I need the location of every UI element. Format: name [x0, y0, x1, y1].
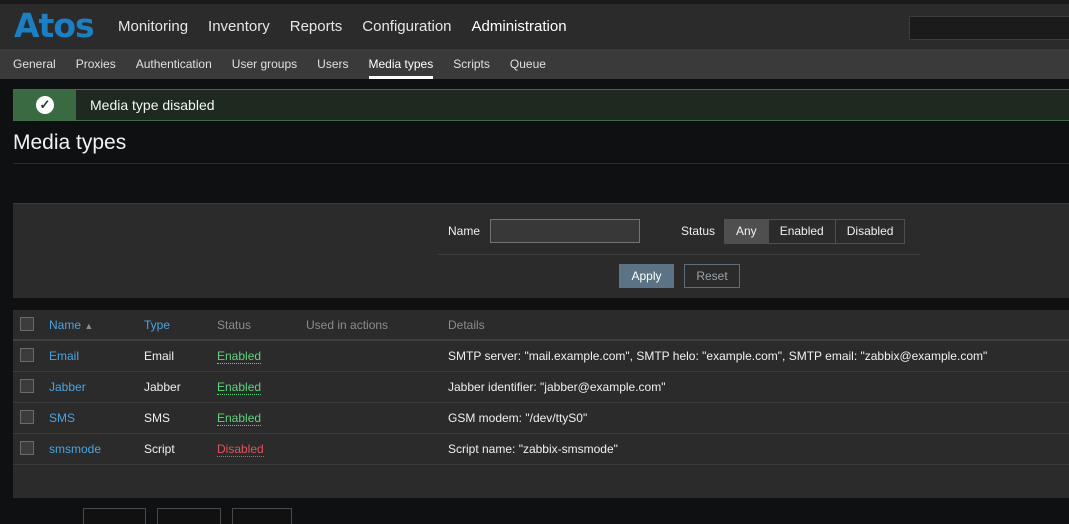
apply-button[interactable]: Apply [619, 264, 674, 288]
sort-ascending-icon: ▲ [84, 321, 94, 331]
status-option-enabled[interactable]: Enabled [767, 220, 835, 243]
media-type-name-link[interactable]: smsmode [49, 442, 101, 456]
row-checkbox[interactable] [20, 379, 34, 393]
media-types-table: Name ▲ Type Status Used in actions Detai… [13, 310, 1069, 498]
logo[interactable]: Atos [14, 6, 95, 45]
sub-bar: General Proxies Authentication User grou… [0, 49, 1069, 79]
main-nav-monitoring[interactable]: Monitoring [108, 4, 198, 49]
top-bar: Atos Monitoring Inventory Reports Config… [0, 0, 1069, 49]
global-search-input[interactable] [909, 16, 1069, 40]
media-type-details: SMTP server: "mail.example.com", SMTP he… [448, 349, 988, 363]
status-toggle[interactable]: Enabled [217, 380, 262, 395]
success-message: ✓ Media type disabled [13, 89, 1069, 121]
title-divider [13, 163, 1069, 164]
mass-action-button[interactable] [83, 508, 146, 524]
media-type-type: SMS [144, 411, 171, 425]
table-header: Name ▲ Type Status Used in actions Detai… [13, 310, 1069, 341]
row-checkbox[interactable] [20, 410, 34, 424]
sub-nav-users[interactable]: Users [307, 49, 358, 79]
mass-action-button[interactable] [157, 508, 221, 524]
page-title: Media types [13, 131, 127, 154]
reset-button[interactable]: Reset [684, 264, 740, 288]
status-option-any[interactable]: Any [725, 220, 768, 243]
sub-nav-proxies[interactable]: Proxies [66, 49, 126, 79]
select-all-checkbox[interactable] [20, 317, 34, 331]
column-type-header[interactable]: Type [144, 310, 170, 340]
media-type-type: Script [144, 442, 175, 456]
success-message-text: Media type disabled [90, 97, 215, 113]
sub-nav-authentication[interactable]: Authentication [126, 49, 222, 79]
filter-status-label: Status [681, 224, 716, 238]
media-type-name-link[interactable]: Email [49, 349, 79, 363]
sub-nav-media-types[interactable]: Media types [359, 49, 444, 79]
column-status-header: Status [217, 318, 252, 332]
sub-nav-queue[interactable]: Queue [500, 49, 556, 79]
media-type-type: Jabber [144, 380, 181, 394]
status-toggle[interactable]: Enabled [217, 411, 262, 426]
filter-name-input[interactable] [490, 219, 640, 243]
mass-action-button[interactable] [232, 508, 292, 524]
filter-status-segmented: Any Enabled Disabled [724, 219, 906, 244]
main-nav-administration[interactable]: Administration [462, 4, 577, 49]
sub-nav-general[interactable]: General [3, 49, 66, 79]
column-details-header: Details [448, 318, 485, 332]
table-row: SMS SMS Enabled GSM modem: "/dev/ttyS0" [13, 403, 1069, 434]
media-type-name-link[interactable]: SMS [49, 411, 75, 425]
sub-nav-scripts[interactable]: Scripts [443, 49, 500, 79]
main-nav-reports[interactable]: Reports [280, 4, 353, 49]
media-type-details: GSM modem: "/dev/ttyS0" [448, 411, 588, 425]
sub-nav: General Proxies Authentication User grou… [0, 49, 1069, 79]
filter-name-label: Name [448, 224, 481, 238]
main-nav: Monitoring Inventory Reports Configurati… [108, 4, 577, 49]
status-option-disabled[interactable]: Disabled [834, 220, 905, 243]
filter-panel: Name Status Any Enabled Disabled Apply R… [13, 203, 1069, 298]
check-circle-icon: ✓ [36, 96, 54, 114]
row-checkbox[interactable] [20, 441, 34, 455]
table-row: Email Email Enabled SMTP server: "mail.e… [13, 341, 1069, 372]
media-type-details: Jabber identifier: "jabber@example.com" [448, 380, 666, 394]
success-icon-box: ✓ [14, 90, 76, 120]
column-name-label: Name [49, 318, 82, 332]
column-name-header[interactable]: Name ▲ [49, 310, 93, 341]
row-checkbox[interactable] [20, 348, 34, 362]
table-row: smsmode Script Disabled Script name: "za… [13, 434, 1069, 465]
status-toggle[interactable]: Disabled [217, 442, 264, 457]
media-type-type: Email [144, 349, 175, 363]
filter-divider [438, 254, 920, 255]
status-toggle[interactable]: Enabled [217, 349, 262, 364]
main-nav-inventory[interactable]: Inventory [198, 4, 280, 49]
sub-nav-user-groups[interactable]: User groups [222, 49, 307, 79]
main-nav-configuration[interactable]: Configuration [352, 4, 461, 49]
media-type-name-link[interactable]: Jabber [49, 380, 86, 394]
media-type-details: Script name: "zabbix-smsmode" [448, 442, 618, 456]
column-used-header: Used in actions [306, 318, 389, 332]
table-row: Jabber Jabber Enabled Jabber identifier:… [13, 372, 1069, 403]
